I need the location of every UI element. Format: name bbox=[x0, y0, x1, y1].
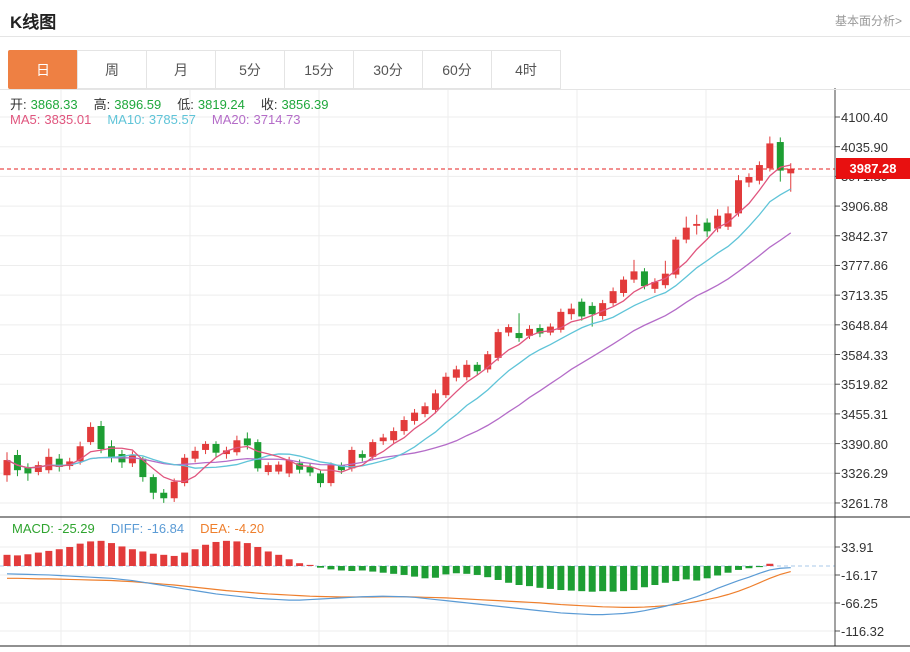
legend-item: DIFF: -16.84 bbox=[110, 521, 185, 536]
tab-60分[interactable]: 60分 bbox=[422, 50, 492, 89]
y-axis-label: 3648.84 bbox=[841, 317, 888, 333]
y-axis-label: -16.17 bbox=[841, 568, 878, 583]
last-price-badge: 3987.28 bbox=[836, 158, 910, 179]
y-axis-label: 3584.33 bbox=[841, 347, 888, 363]
legend-item: MA5: 3835.01 bbox=[10, 112, 92, 127]
y-axis-label: 3906.88 bbox=[841, 199, 888, 215]
y-axis-label: 3842.37 bbox=[841, 228, 888, 244]
y-axis-label: 3261.78 bbox=[841, 495, 888, 511]
y-axis-label: 3390.80 bbox=[841, 436, 888, 452]
interval-tab-bar: 日周月 5分 15分 30分 60分 4时 bbox=[8, 50, 561, 89]
macd-legend: MACD: -25.29 DIFF: -16.84 DEA: -4.20 bbox=[12, 521, 280, 536]
ohlc-legend: 开: 3868.33 高: 3896.59 低: 3819.24 收: 3856.39 bbox=[10, 94, 345, 113]
legend-item: 开: 3868.33 bbox=[10, 97, 78, 112]
y-axis-label: -66.25 bbox=[841, 596, 878, 611]
legend-item: 收: 3856.39 bbox=[260, 97, 329, 112]
legend-item: MA20: 3714.73 bbox=[211, 112, 301, 127]
y-axis-label: 3326.29 bbox=[841, 466, 888, 482]
tab-30分[interactable]: 30分 bbox=[353, 50, 423, 89]
legend-item: DEA: -4.20 bbox=[200, 521, 265, 536]
y-axis-label: -116.32 bbox=[841, 624, 885, 639]
legend-item: MACD: -25.29 bbox=[12, 521, 95, 536]
tab-周[interactable]: 周 bbox=[77, 50, 147, 89]
legend-item: MA10: 3785.57 bbox=[107, 112, 196, 127]
tab-5分[interactable]: 5分 bbox=[215, 50, 285, 89]
tab-15分[interactable]: 15分 bbox=[284, 50, 354, 89]
y-axis-label: 4100.40 bbox=[841, 110, 888, 125]
legend-item: 低: 3819.24 bbox=[177, 97, 245, 112]
y-axis-label: 3777.86 bbox=[841, 258, 888, 274]
tab-4时[interactable]: 4时 bbox=[491, 50, 561, 89]
y-axis-label: 33.91 bbox=[841, 540, 874, 555]
y-axis-label: 3519.82 bbox=[841, 377, 888, 393]
y-axis-label: 3713.35 bbox=[841, 288, 888, 304]
tab-日[interactable]: 日 bbox=[8, 50, 78, 89]
tab-月[interactable]: 月 bbox=[146, 50, 216, 89]
y-axis-label: 3455.31 bbox=[841, 406, 888, 422]
legend-item: 高: 3896.59 bbox=[93, 97, 162, 112]
y-axis-label: 4035.90 bbox=[841, 139, 888, 155]
ma-legend: MA5: 3835.01 MA10: 3785.57 MA20: 3714.73 bbox=[10, 112, 317, 127]
